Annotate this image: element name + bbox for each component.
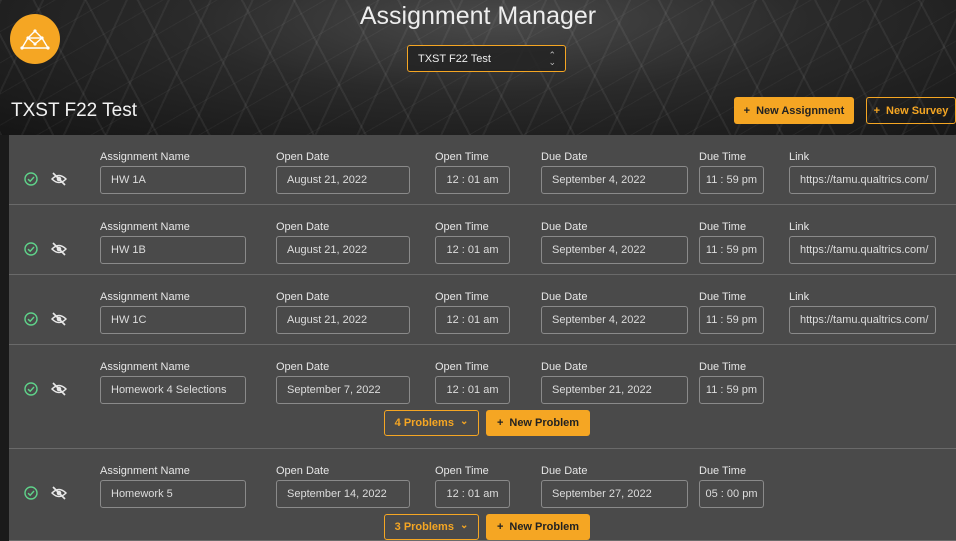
due-time-field[interactable]: 11 : 59 pm	[699, 166, 764, 194]
link-label: Link	[789, 151, 810, 163]
visibility-off-icon[interactable]	[50, 242, 68, 256]
assignment-name-label: Assignment Name	[100, 151, 190, 163]
open-date-label: Open Date	[276, 465, 330, 477]
app-title: Assignment Manager	[359, 2, 597, 30]
new-survey-label: New Survey	[886, 104, 949, 117]
due-date-label: Due Date	[541, 361, 588, 373]
open-date-field[interactable]: August 21, 2022	[276, 166, 410, 194]
visibility-off-icon[interactable]	[50, 382, 68, 396]
open-time-field[interactable]: 12 : 01 am	[435, 236, 510, 264]
open-date-field[interactable]: August 21, 2022	[276, 306, 410, 334]
due-date-label: Due Date	[541, 221, 588, 233]
due-time-label: Due Time	[699, 361, 747, 373]
course-select[interactable]: TXST F22 Test ⌃ ⌄	[407, 45, 566, 72]
assignment-name-label: Assignment Name	[100, 465, 190, 477]
due-time-field[interactable]: 11 : 59 pm	[699, 306, 764, 334]
due-date-label: Due Date	[541, 465, 588, 477]
new-problem-button[interactable]: + New Problem	[486, 514, 590, 540]
plus-icon: +	[496, 417, 504, 429]
due-time-label: Due Time	[699, 151, 747, 163]
link-field[interactable]: https://tamu.qualtrics.com/	[789, 236, 936, 264]
open-date-label: Open Date	[276, 151, 330, 163]
problems-label: 3 Problems	[394, 521, 454, 533]
open-date-field[interactable]: August 21, 2022	[276, 236, 410, 264]
visibility-off-icon[interactable]	[50, 172, 68, 186]
due-time-field[interactable]: 05 : 00 pm	[699, 480, 764, 508]
link-field[interactable]: https://tamu.qualtrics.com/	[789, 306, 936, 334]
new-assignment-button[interactable]: + New Assignment	[734, 97, 854, 124]
due-date-field[interactable]: September 21, 2022	[541, 376, 688, 404]
open-time-field[interactable]: 12 : 01 am	[435, 166, 510, 194]
assignment-name-label: Assignment Name	[100, 361, 190, 373]
assignment-row: Assignment Name Homework 5 Open Date Septem…	[9, 449, 956, 541]
check-circle-icon[interactable]	[24, 242, 38, 256]
assignment-name-field[interactable]: HW 1C	[100, 306, 246, 334]
new-survey-button[interactable]: + New Survey	[866, 97, 956, 124]
open-time-field[interactable]: 12 : 01 am	[435, 480, 510, 508]
due-time-field[interactable]: 11 : 59 pm	[699, 236, 764, 264]
chevron-updown-icon: ⌃ ⌄	[548, 50, 556, 67]
network-logo-icon	[20, 29, 50, 50]
assignment-name-field[interactable]: Homework 4 Selections	[100, 376, 246, 404]
open-date-label: Open Date	[276, 221, 330, 233]
due-date-field[interactable]: September 4, 2022	[541, 166, 688, 194]
due-date-label: Due Date	[541, 291, 588, 303]
due-date-field[interactable]: September 4, 2022	[541, 236, 688, 264]
due-time-label: Due Time	[699, 465, 747, 477]
check-circle-icon[interactable]	[24, 172, 38, 186]
open-time-label: Open Time	[435, 291, 489, 303]
due-time-field[interactable]: 11 : 59 pm	[699, 376, 764, 404]
assignment-name-field[interactable]: HW 1B	[100, 236, 246, 264]
due-date-field[interactable]: September 4, 2022	[541, 306, 688, 334]
open-time-label: Open Time	[435, 151, 489, 163]
open-date-label: Open Date	[276, 361, 330, 373]
due-date-field[interactable]: September 27, 2022	[541, 480, 688, 508]
assignment-name-label: Assignment Name	[100, 221, 190, 233]
link-field[interactable]: https://tamu.qualtrics.com/	[789, 166, 936, 194]
open-time-label: Open Time	[435, 221, 489, 233]
plus-icon: +	[743, 104, 751, 117]
problems-dropdown-button[interactable]: 4 Problems ⌄	[384, 410, 479, 436]
assignment-name-field[interactable]: HW 1A	[100, 166, 246, 194]
plus-icon: +	[496, 521, 504, 533]
course-select-value: TXST F22 Test	[418, 52, 491, 65]
open-time-field[interactable]: 12 : 01 am	[435, 376, 510, 404]
open-time-label: Open Time	[435, 465, 489, 477]
new-problem-label: New Problem	[509, 521, 580, 533]
assignment-name-field[interactable]: Homework 5	[100, 480, 246, 508]
problems-dropdown-button[interactable]: 3 Problems ⌄	[384, 514, 479, 540]
open-time-field[interactable]: 12 : 01 am	[435, 306, 510, 334]
new-problem-button[interactable]: + New Problem	[486, 410, 590, 436]
visibility-off-icon[interactable]	[50, 312, 68, 326]
check-circle-icon[interactable]	[24, 312, 38, 326]
open-date-field[interactable]: September 7, 2022	[276, 376, 410, 404]
assignment-row: Assignment Name HW 1C Open Date August 21, …	[9, 275, 956, 345]
check-circle-icon[interactable]	[24, 486, 38, 500]
visibility-off-icon[interactable]	[50, 486, 68, 500]
new-problem-label: New Problem	[509, 417, 580, 429]
problems-label: 4 Problems	[394, 417, 454, 429]
plus-icon: +	[873, 104, 881, 117]
open-time-label: Open Time	[435, 361, 489, 373]
chevron-down-icon: ⌄	[459, 415, 469, 427]
assignment-row: Assignment Name Homework 4 Selections Open…	[9, 345, 956, 449]
link-label: Link	[789, 291, 810, 303]
due-time-label: Due Time	[699, 221, 747, 233]
left-edge	[0, 135, 9, 541]
due-time-label: Due Time	[699, 291, 747, 303]
assignment-row: Assignment Name HW 1B Open Date August 21, …	[9, 205, 956, 275]
chevron-down-icon: ⌄	[459, 519, 469, 531]
open-date-field[interactable]: September 14, 2022	[276, 480, 410, 508]
course-title: TXST F22 Test	[11, 100, 138, 121]
link-label: Link	[789, 221, 810, 233]
open-date-label: Open Date	[276, 291, 330, 303]
assignment-row: Assignment Name HW 1A Open Date August 21, …	[9, 135, 956, 205]
new-assignment-label: New Assignment	[756, 104, 845, 117]
assignment-name-label: Assignment Name	[100, 291, 190, 303]
check-circle-icon[interactable]	[24, 382, 38, 396]
due-date-label: Due Date	[541, 151, 588, 163]
